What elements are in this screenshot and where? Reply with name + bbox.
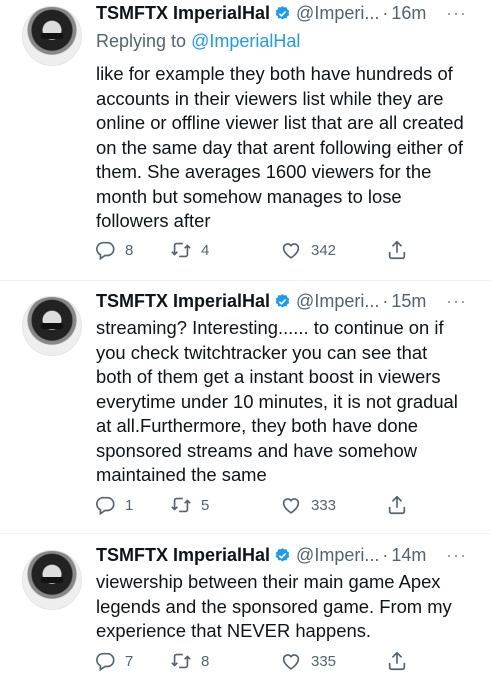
tweet-actions: 1 5 333: [94, 493, 424, 517]
separator-dot: ·: [382, 2, 389, 23]
share-button[interactable]: [386, 650, 417, 672]
like-button[interactable]: 342: [280, 239, 386, 261]
verified-badge-icon: [275, 5, 290, 20]
tweet-text: streaming? Interesting...... to continue…: [96, 317, 458, 485]
share-icon: [388, 240, 406, 260]
retweet-icon: [171, 242, 191, 258]
tweet-text: like for example they both have hundreds…: [96, 63, 464, 231]
reply-icon: [96, 241, 115, 261]
retweet-count: 4: [201, 241, 210, 259]
avatar[interactable]: [22, 296, 82, 356]
share-icon: [388, 651, 406, 671]
like-icon: [282, 243, 300, 259]
avatar[interactable]: [22, 6, 82, 66]
display-name[interactable]: TSMFTX ImperialHal: [96, 545, 270, 566]
like-count: 335: [311, 652, 337, 670]
tweet-actions: 7 8 335: [94, 649, 424, 673]
tweet-header: TSMFTX ImperialHal @Imperi... · 15m: [96, 288, 426, 314]
retweet-button[interactable]: 4: [170, 239, 280, 261]
retweet-count: 5: [201, 496, 210, 514]
reply-button[interactable]: 8: [94, 239, 170, 261]
tweet-header: TSMFTX ImperialHal @Imperi... · 14m: [96, 542, 426, 568]
timestamp[interactable]: 14m: [391, 545, 426, 566]
like-button[interactable]: 335: [280, 650, 386, 672]
separator-dot: ·: [382, 544, 389, 565]
like-button[interactable]: 333: [280, 494, 386, 516]
tweet-actions: 8 4 342: [94, 238, 424, 262]
retweet-icon: [171, 497, 191, 513]
reply-mention-link[interactable]: @ImperialHal: [191, 31, 300, 51]
tweet-text: viewership between their main game Apex …: [96, 571, 452, 641]
handle[interactable]: @Imperi...: [296, 545, 379, 566]
retweet-icon: [171, 653, 191, 669]
verified-badge-icon: [275, 547, 290, 562]
like-icon: [282, 498, 300, 514]
share-button[interactable]: [386, 239, 417, 261]
reply-count: 8: [125, 241, 134, 259]
more-icon[interactable]: ···: [446, 2, 467, 28]
timestamp[interactable]: 16m: [391, 3, 426, 24]
replying-to-label: Replying to: [96, 31, 192, 51]
retweet-button[interactable]: 8: [170, 650, 280, 672]
retweet-count: 8: [201, 652, 210, 670]
more-icon[interactable]: ···: [446, 290, 467, 316]
display-name[interactable]: TSMFTX ImperialHal: [96, 291, 270, 312]
tweet-header: TSMFTX ImperialHal @Imperi... · 16m: [96, 0, 426, 26]
replying-to: Replying to @ImperialHal: [96, 31, 300, 52]
divider: [0, 533, 491, 534]
reply-icon: [96, 652, 115, 672]
more-icon[interactable]: ···: [446, 544, 467, 570]
retweet-button[interactable]: 5: [170, 494, 280, 516]
handle[interactable]: @Imperi...: [296, 3, 379, 24]
reply-count: 7: [125, 652, 134, 670]
handle[interactable]: @Imperi...: [296, 291, 379, 312]
like-count: 342: [311, 241, 337, 259]
share-button[interactable]: [386, 494, 417, 516]
reply-button[interactable]: 7: [94, 650, 170, 672]
reply-button[interactable]: 1: [94, 494, 170, 516]
verified-badge-icon: [275, 293, 290, 308]
separator-dot: ·: [382, 290, 389, 311]
display-name[interactable]: TSMFTX ImperialHal: [96, 3, 270, 24]
reply-count: 1: [125, 496, 134, 514]
like-icon: [282, 654, 300, 670]
divider: [0, 280, 491, 281]
like-count: 333: [311, 496, 337, 514]
avatar[interactable]: [22, 550, 82, 610]
reply-icon: [96, 496, 115, 516]
timestamp[interactable]: 15m: [391, 291, 426, 312]
share-icon: [388, 495, 406, 515]
